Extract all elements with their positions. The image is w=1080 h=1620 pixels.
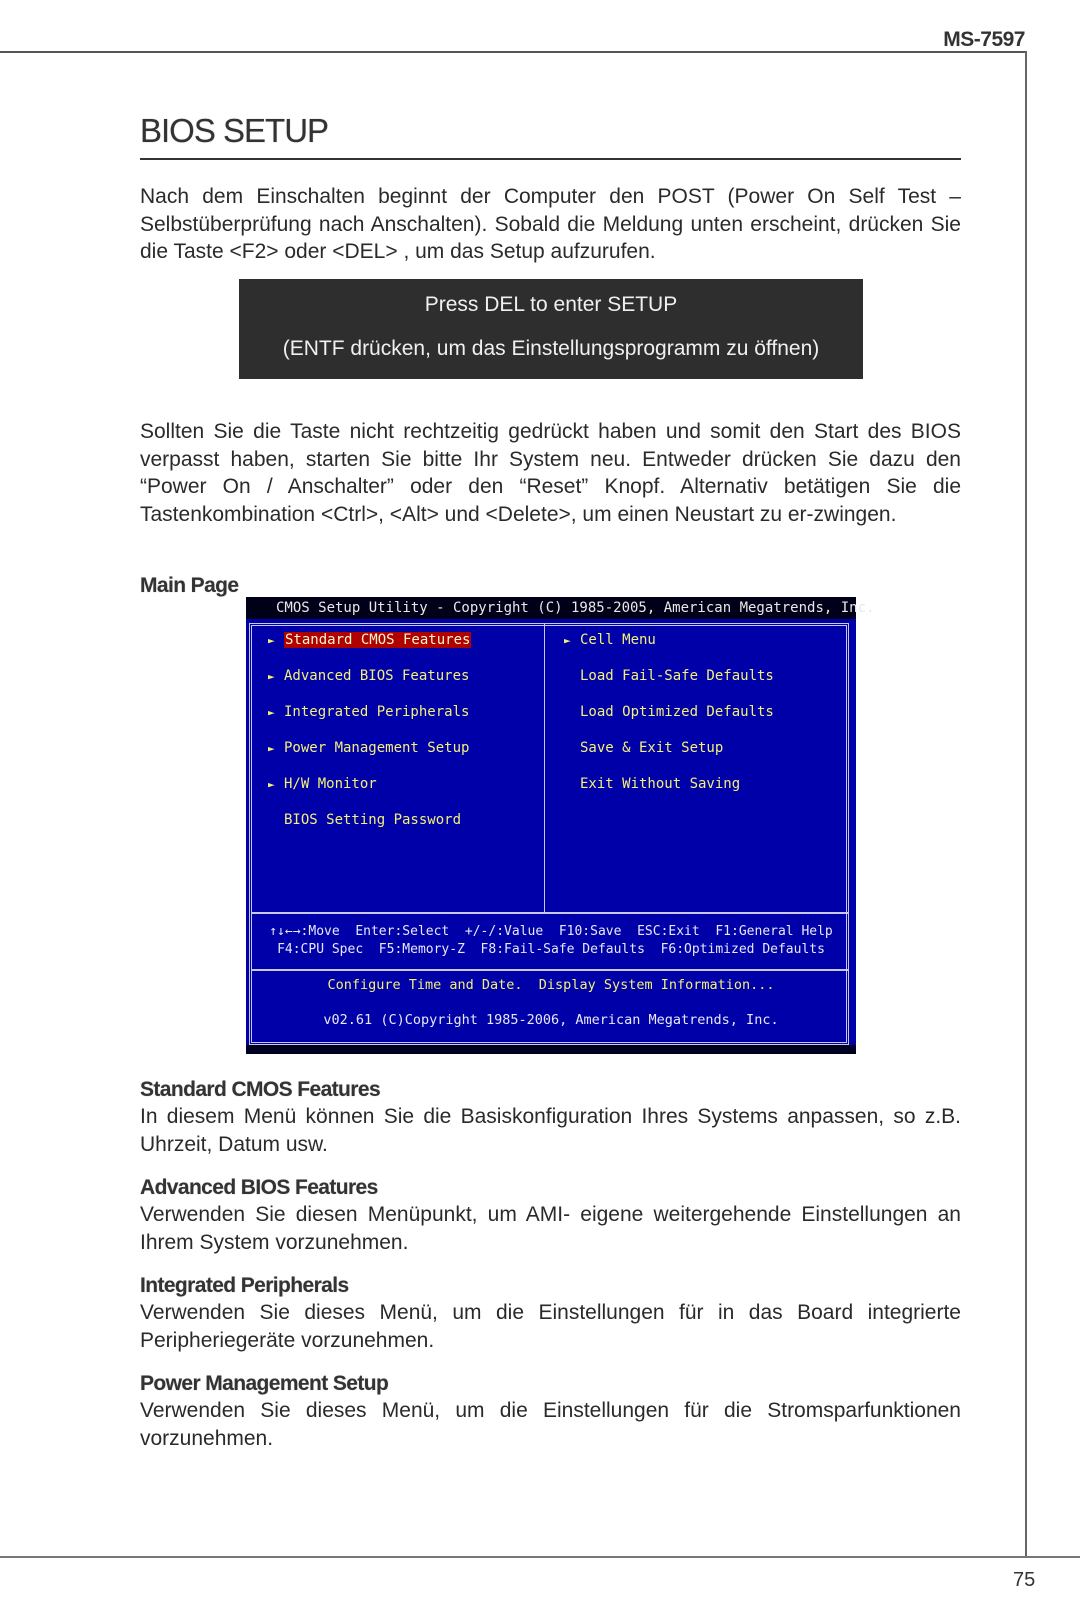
bios-title: CMOS Setup Utility - Copyright (C) 1985-… bbox=[276, 600, 875, 616]
post-message-line2: (ENTF drücken, um das Einstellungsprogra… bbox=[282, 337, 820, 360]
bios-column-divider bbox=[544, 623, 545, 912]
bios-menu-item[interactable]: ► Advanced BIOS Features bbox=[268, 667, 469, 685]
bios-help-line1: ↑↓←→:Move Enter:Select +/-/:Value F10:Sa… bbox=[269, 924, 833, 939]
bios-menu-item-label: Power Management Setup bbox=[284, 740, 470, 756]
submenu-arrow-icon: ► bbox=[268, 778, 275, 791]
bios-menu-item-label: Save & Exit Setup bbox=[580, 740, 724, 756]
submenu-arrow-icon: ► bbox=[268, 742, 275, 755]
bios-menu-item[interactable]: Exit Without Saving bbox=[564, 775, 740, 793]
margin-rule bbox=[1025, 51, 1027, 1558]
footer-rule bbox=[0, 1556, 1080, 1558]
bios-title-bar: CMOS Setup Utility - Copyright (C) 1985-… bbox=[246, 597, 874, 619]
section-text: In diesem Menü können Sie die Basiskonfi… bbox=[140, 1105, 961, 1156]
bios-menu-item-label: Load Optimized Defaults bbox=[580, 704, 774, 720]
title-underline bbox=[140, 158, 961, 160]
section-text: Verwenden Sie dieses Menü, um die Einste… bbox=[140, 1301, 961, 1352]
submenu-arrow-icon: ► bbox=[564, 634, 571, 647]
bios-menu-item-label: BIOS Setting Password bbox=[284, 812, 462, 828]
bios-menu-item-label: Advanced BIOS Features bbox=[284, 668, 470, 684]
bios-menu-item[interactable]: ► Power Management Setup bbox=[268, 739, 469, 757]
bios-menu-item[interactable]: Load Optimized Defaults bbox=[564, 703, 774, 721]
post-message-line1: Press DEL to enter SETUP bbox=[424, 293, 678, 316]
section-heading: Integrated Peripherals bbox=[140, 1274, 349, 1297]
bios-menu-item[interactable]: ► H/W Monitor bbox=[268, 775, 377, 793]
submenu-arrow-icon: ► bbox=[268, 706, 275, 719]
section-heading: Advanced BIOS Features bbox=[140, 1176, 378, 1199]
bios-menu-item[interactable]: ► Cell Menu bbox=[564, 631, 656, 649]
bios-menu-item-label: H/W Monitor bbox=[284, 776, 377, 792]
section-heading: Standard CMOS Features bbox=[140, 1078, 381, 1101]
section-text: Verwenden Sie dieses Menü, um die Einste… bbox=[140, 1399, 961, 1450]
bios-screenshot: CMOS Setup Utility - Copyright (C) 1985-… bbox=[246, 597, 874, 1054]
bios-menu-item[interactable]: Load Fail-Safe Defaults bbox=[564, 667, 774, 685]
header-rule bbox=[0, 51, 1026, 53]
bios-menu-item-label: Integrated Peripherals bbox=[284, 704, 470, 720]
bios-divider bbox=[252, 912, 849, 914]
bios-menu-item-label: Exit Without Saving bbox=[580, 776, 741, 792]
section-heading: Power Management Setup bbox=[140, 1372, 389, 1395]
submenu-arrow-icon: ► bbox=[268, 634, 275, 647]
bios-menu-item-label: Cell Menu bbox=[580, 632, 656, 648]
bios-menu-item[interactable]: BIOS Setting Password bbox=[268, 811, 461, 829]
page-title: BIOS SETUP bbox=[140, 112, 329, 149]
bios-bottom-bar bbox=[246, 1045, 856, 1054]
page-number: 75 bbox=[1013, 1569, 1036, 1591]
bios-menu-item[interactable]: ► Standard CMOS Features bbox=[268, 631, 472, 649]
bios-menu-item[interactable]: ► Integrated Peripherals bbox=[268, 703, 469, 721]
model-number: MS-7597 bbox=[943, 28, 1025, 51]
bios-item-description: Configure Time and Date. Display System … bbox=[327, 977, 775, 993]
section-text: Verwenden Sie diesen Menüpunkt, um AMI- … bbox=[140, 1203, 961, 1254]
bios-divider bbox=[252, 969, 849, 971]
intro-paragraph: Nach dem Einschalten beginnt der Compute… bbox=[140, 185, 961, 263]
bios-version: v02.61 (C)Copyright 1985-2006, American … bbox=[323, 1012, 779, 1028]
submenu-arrow-icon: ► bbox=[268, 670, 275, 683]
main-page-label: Main Page bbox=[140, 574, 239, 597]
bios-menu-item[interactable]: Save & Exit Setup bbox=[564, 739, 723, 757]
bios-menu-item-label: Load Fail-Safe Defaults bbox=[580, 668, 774, 684]
bios-help-line2: F4:CPU Spec F5:Memory-Z F8:Fail-Safe Def… bbox=[277, 942, 825, 957]
restart-paragraph: Sollten Sie die Taste nicht rechtzeitig … bbox=[140, 420, 961, 526]
post-message-box: Press DEL to enter SETUP (ENTF drücken, … bbox=[239, 279, 863, 379]
bios-menu-item-label: Standard CMOS Features bbox=[284, 632, 472, 648]
